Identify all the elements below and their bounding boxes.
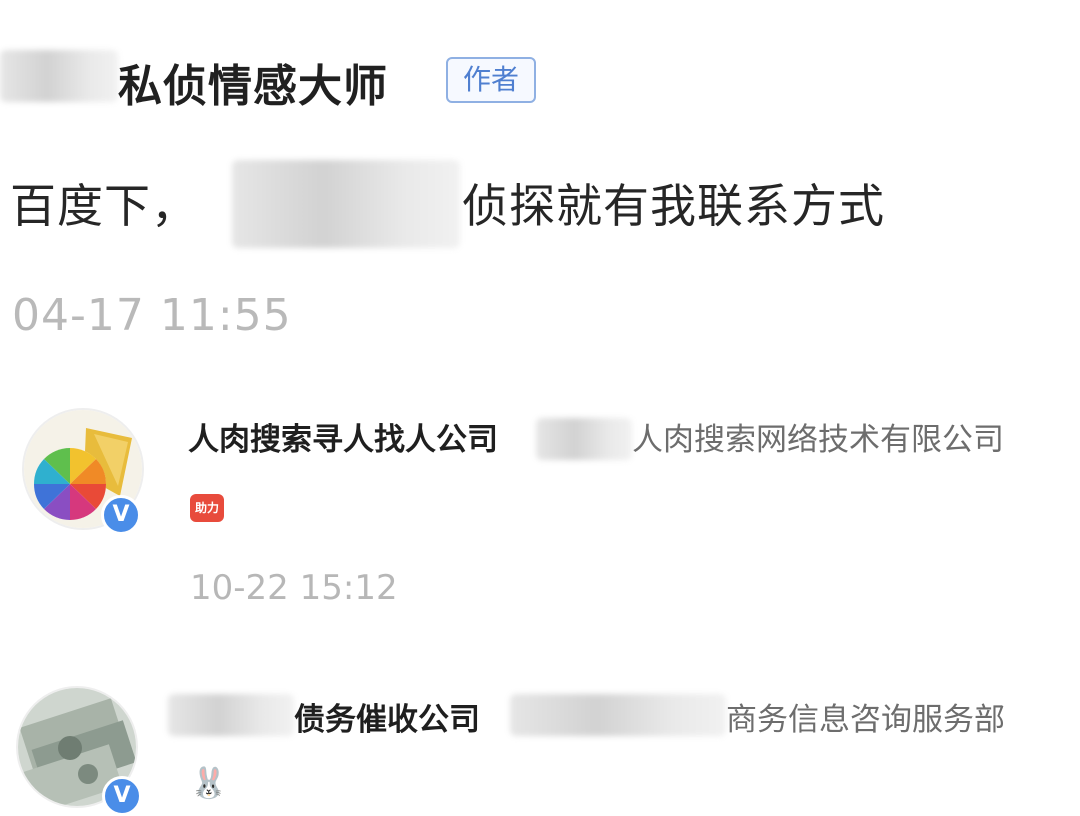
redacted-comment-2-name-prefix (168, 694, 294, 736)
redacted-comment-1-text (536, 418, 632, 460)
verified-badge-icon: V (101, 495, 141, 535)
author-badge: 作者 (446, 57, 536, 103)
redacted-post-text (232, 160, 460, 248)
comment-2-rabbit-emoji-icon: 🐰 (190, 766, 228, 801)
comment-1-timestamp: 10-22 15:12 (190, 568, 398, 608)
author-name[interactable]: 私侦情感大师 (118, 50, 388, 114)
post-text-start: 百度下， (10, 179, 198, 233)
post-timestamp: 04-17 11:55 (12, 290, 292, 341)
comment-1-text: 人肉搜索网络技术有限公司 (632, 422, 1004, 458)
post-text-end: 侦探就有我联系方式 (462, 179, 885, 233)
comment-1-emoji-icon: 助力 (190, 494, 224, 522)
redacted-author-prefix (0, 50, 118, 102)
comment-2-username[interactable]: 债务催收公司 (294, 694, 480, 739)
comment-2-text: 商务信息咨询服务部 (726, 702, 1005, 738)
redacted-comment-2-text (510, 694, 726, 736)
verified-badge-icon: V (102, 776, 142, 816)
comment-1-username[interactable]: 人肉搜索寻人找人公司 (188, 414, 498, 459)
